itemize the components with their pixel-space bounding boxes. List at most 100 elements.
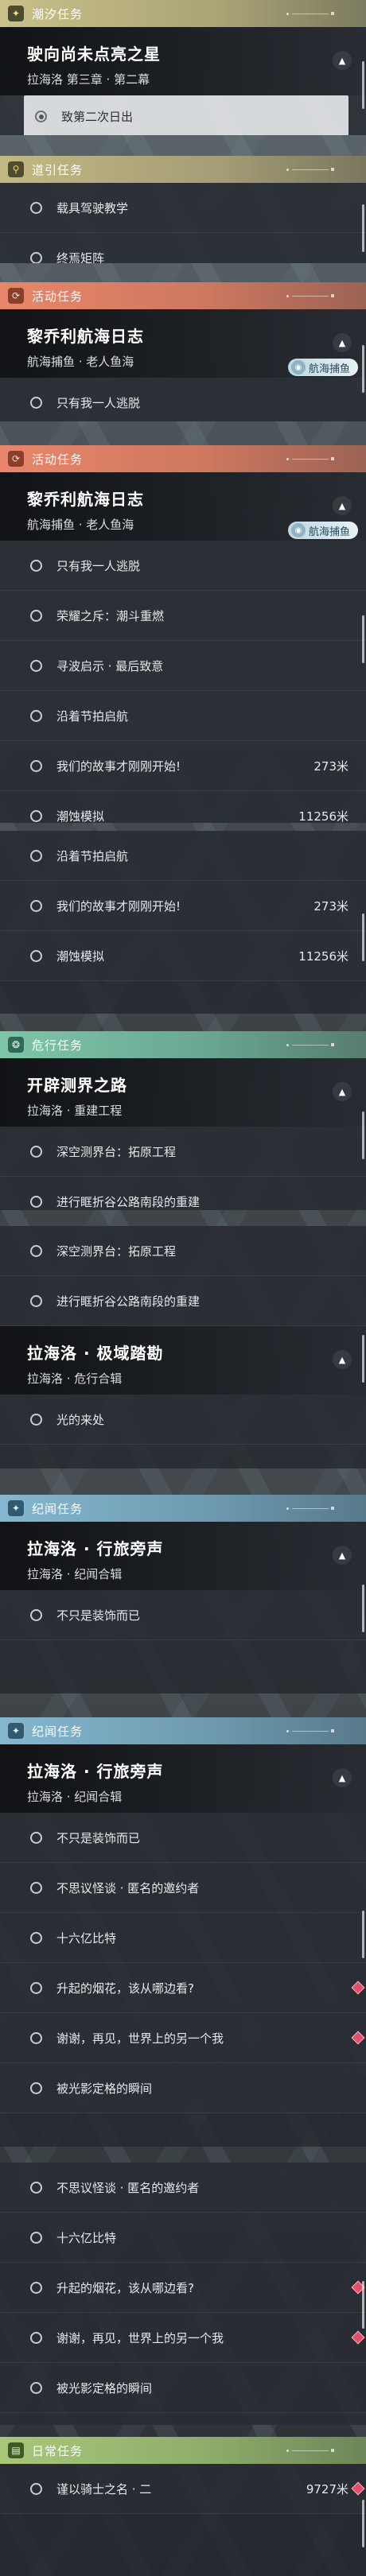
collapse-arrow-icon[interactable]: ▲ [333,51,352,70]
scrollbar[interactable] [362,2281,364,2329]
scrollbar[interactable] [362,1335,364,1383]
task-radio[interactable] [30,1294,42,1307]
task-radio[interactable] [30,2031,42,2044]
task-item[interactable]: 不只是装饰而已 [0,1590,366,1640]
task-radio[interactable] [30,1831,42,1844]
task-item[interactable]: 升起的烟花，该从哪边看? [0,1963,366,2013]
task-radio[interactable] [30,2081,42,2094]
task-radio[interactable] [30,2331,42,2344]
task-item[interactable]: 谢谢，再见，世界上的另一个我 [0,2013,366,2063]
scrollbar[interactable] [362,2500,364,2547]
task-radio[interactable] [30,1145,42,1158]
task-radio[interactable] [30,1413,42,1426]
task-radio[interactable] [30,2181,42,2194]
task-item[interactable]: 只有我一人逃脱 [0,541,366,591]
task-item[interactable]: 进行眶折谷公路南段的重建 [0,1276,366,1326]
scrollbar[interactable] [362,61,364,109]
task-radio[interactable] [30,2281,42,2294]
scrollbar[interactable] [362,204,364,252]
task-item[interactable]: 被光影定格的瞬间 [0,2063,366,2113]
task-radio[interactable] [30,949,42,962]
section-header-event[interactable]: ⟳ 活动任务 [0,282,366,309]
task-item[interactable]: 沿着节拍启航 [0,691,366,741]
section-header-chron[interactable]: ✦ 纪闻任务 [0,1495,366,1522]
task-item[interactable]: 载具驾驶教学 [0,183,366,233]
section-title: 日常任务 [32,2443,84,2458]
task-item[interactable]: 不思议怪谈 · 匿名的邀约者 [0,1863,366,1913]
task-radio[interactable] [30,809,42,822]
task-radio[interactable] [30,1195,42,1208]
task-item[interactable]: 升起的烟花，该从哪边看? [0,2263,366,2313]
task-radio[interactable] [30,1931,42,1944]
quest-card[interactable]: 黎乔利航海日志 航海捕鱼 · 老人鱼海 ▲ ◉ 航海捕鱼 [0,472,366,541]
task-item[interactable]: 十六亿比特 [0,1913,366,1963]
task-item[interactable]: 终焉矩阵 [0,233,366,263]
task-radio[interactable] [30,1981,42,1994]
collapse-arrow-icon[interactable]: ▲ [333,1350,352,1369]
collapse-arrow-icon[interactable]: ▲ [333,1768,352,1787]
task-item[interactable]: 寻波启示 · 最后致意 [0,641,366,691]
task-item[interactable]: 只有我一人逃脱 [0,378,366,421]
task-item[interactable]: 我们的故事才刚刚开始! 273米 [0,741,366,791]
task-radio[interactable] [30,1881,42,1894]
scrollbar[interactable] [362,345,364,393]
scrollbar[interactable] [362,1911,364,1958]
task-item[interactable]: 十六亿比特 [0,2213,366,2263]
task-item[interactable]: 沿着节拍启航 [0,831,366,881]
task-radio[interactable] [30,201,42,214]
section-header-event[interactable]: ⟳ 活动任务 [0,445,366,472]
quest-title: 拉海洛 · 极域踏勘 [27,1344,164,1363]
scrollbar[interactable] [362,615,364,663]
task-radio[interactable] [30,2381,42,2394]
scrollbar[interactable] [362,1585,364,1632]
task-item[interactable]: 不思议怪谈 · 匿名的邀约者 [0,2163,366,2213]
collapse-arrow-icon[interactable]: ▲ [333,1546,352,1565]
task-radio[interactable] [30,899,42,912]
task-radio[interactable] [30,1608,42,1621]
quest-card[interactable]: 拉海洛 · 行旅旁声 拉海洛 · 纪闻合辑 ▲ [0,1522,366,1590]
section-header-danger[interactable]: ❂ 危行任务 [0,1031,366,1058]
task-radio[interactable] [30,709,42,722]
collapse-arrow-icon[interactable]: ▲ [333,333,352,352]
task-item[interactable]: 潮蚀模拟 11256米 [0,931,366,981]
scrollbar[interactable] [362,1111,364,1159]
task-radio[interactable] [30,1244,42,1257]
section-header-tide[interactable]: ✦ 潮汐任务 [0,0,366,27]
quest-card[interactable]: 拉海洛 · 行旅旁声 拉海洛 · 纪闻合辑 ▲ [0,1744,366,1813]
quest-card[interactable]: 开辟测界之路 拉海洛 · 重建工程 ▲ [0,1058,366,1127]
task-item[interactable]: 光的来处 [0,1395,366,1445]
task-item[interactable]: 深空测界台：拓原工程 [0,1127,366,1177]
task-radio[interactable] [30,396,42,409]
task-item[interactable]: 进行眶折谷公路南段的重建 [0,1177,366,1210]
task-radio[interactable] [35,111,47,122]
task-radio[interactable] [30,559,42,572]
task-radio[interactable] [30,2482,42,2495]
task-radio[interactable] [30,759,42,772]
quest-card[interactable]: 拉海洛 · 极域踏勘 拉海洛 · 危行合辑 ▲ [0,1326,366,1395]
collapse-arrow-icon[interactable]: ▲ [333,1082,352,1101]
section-header-daily[interactable]: ▤ 日常任务 [0,2437,366,2464]
task-item[interactable]: 谢谢，再见，世界上的另一个我 [0,2313,366,2363]
task-item[interactable]: 我们的故事才刚刚开始! 273米 [0,881,366,931]
task-radio[interactable] [30,609,42,622]
section-header-chron[interactable]: ✦ 纪闻任务 [0,1717,366,1744]
task-item[interactable]: 谨以骑士之名 · 二 9727米 [0,2464,366,2514]
task-radio[interactable] [30,251,42,263]
task-item[interactable]: 深空测界台：拓原工程 [0,1226,366,1276]
task-item[interactable]: 致第二次日出 [24,95,348,135]
task-radio[interactable] [30,849,42,862]
task-item[interactable]: 荣耀之斥：潮斗重燃 [0,591,366,641]
task-radio[interactable] [30,2231,42,2244]
quest-card[interactable]: 黎乔利航海日志 航海捕鱼 · 老人鱼海 ▲ ◉ 航海捕鱼 [0,309,366,378]
task-item[interactable]: 踏网危情 · 上 [0,2413,366,2425]
scrollbar[interactable] [362,914,364,961]
quest-panel: ⚲ 道引任务 载具驾驶教学 终焉矩阵 [0,156,366,263]
section-header-guide[interactable]: ⚲ 道引任务 [0,156,366,183]
collapse-arrow-icon[interactable]: ▲ [333,496,352,515]
section-icon: ⟳ [8,288,24,304]
quest-card[interactable]: 驶向尚未点亮之星 拉海洛 第三章 · 第二幕 ▲ [0,27,366,95]
task-item[interactable]: 潮蚀模拟 11256米 [0,791,366,823]
task-item[interactable]: 不只是装饰而已 [0,1813,366,1863]
task-item[interactable]: 被光影定格的瞬间 [0,2363,366,2413]
task-radio[interactable] [30,659,42,672]
